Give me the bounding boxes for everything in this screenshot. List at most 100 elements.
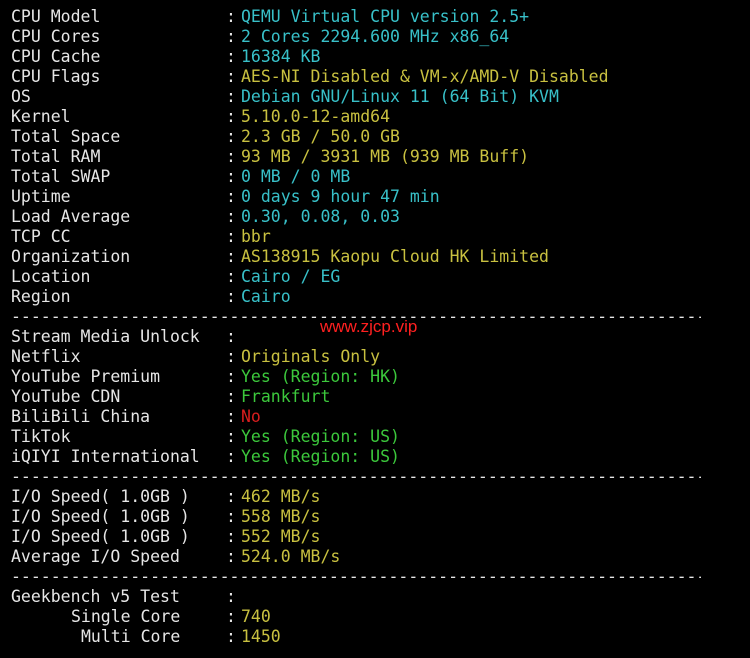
colon: : xyxy=(226,427,236,446)
label-cpu-cores: CPU Cores xyxy=(11,27,101,46)
colon: : xyxy=(226,47,236,66)
colon: : xyxy=(226,407,236,426)
label-kernel: Kernel xyxy=(11,107,71,126)
value-tiktok: Yes (Region: US) xyxy=(241,427,400,446)
value-cpu-flags: AES-NI Disabled & VM-x/AMD-V Disabled xyxy=(241,67,609,86)
separator-line: ----------------------------------------… xyxy=(11,467,701,486)
media-unlock-section: Stream Media Unlock: Netflix: Originals O… xyxy=(11,327,741,467)
label-io-speed-1: I/O Speed( 1.0GB ) xyxy=(11,487,190,506)
row-total-space: Total Space:2.3 GB / 50.0 GB xyxy=(11,127,741,147)
colon: : xyxy=(226,487,236,506)
value-multi-core: 1450 xyxy=(241,627,281,646)
row-bilibili-china: BiliBili China: No xyxy=(11,407,741,427)
colon: : xyxy=(226,187,236,206)
value-io-speed-3: 552 MB/s xyxy=(241,527,321,546)
row-io-speed-2: I/O Speed( 1.0GB ):558 MB/s xyxy=(11,507,741,527)
colon: : xyxy=(226,7,236,26)
colon: : xyxy=(226,287,236,306)
colon: : xyxy=(226,587,236,606)
colon: : xyxy=(226,107,236,126)
watermark-text: www.zjcp.vip xyxy=(320,317,418,336)
label-total-ram: Total RAM xyxy=(11,147,101,166)
row-total-swap: Total SWAP:0 MB / 0 MB xyxy=(11,167,741,187)
row-netflix: Netflix: Originals Only xyxy=(11,347,741,367)
label-cpu-flags: CPU Flags xyxy=(11,67,101,86)
colon: : xyxy=(226,327,236,346)
colon: : xyxy=(226,67,236,86)
colon: : xyxy=(226,527,236,546)
value-os: Debian GNU/Linux 11 (64 Bit) KVM xyxy=(241,87,559,106)
value-youtube-cdn: Frankfurt xyxy=(241,387,331,406)
row-region: Region: Cairo xyxy=(11,287,741,307)
row-average-io-speed: Average I/O Speed:524.0 MB/s xyxy=(11,547,741,567)
row-io-speed-3: I/O Speed( 1.0GB ):552 MB/s xyxy=(11,527,741,547)
label-cpu-model: CPU Model xyxy=(11,7,101,26)
row-cpu-flags: CPU Flags: AES-NI Disabled & VM-x/AMD-V D… xyxy=(11,67,741,87)
system-info-section: CPU Model: QEMU Virtual CPU version 2.5+ … xyxy=(11,7,741,307)
value-bilibili-china: No xyxy=(241,407,261,426)
label-organization: Organization xyxy=(11,247,131,266)
colon: : xyxy=(226,347,236,366)
row-tiktok: TikTok: Yes (Region: US) xyxy=(11,427,741,447)
label-uptime: Uptime xyxy=(11,187,71,206)
row-youtube-cdn: YouTube CDN: Frankfurt xyxy=(11,387,741,407)
label-youtube-cdn: YouTube CDN xyxy=(11,387,121,406)
row-location: Location: Cairo / EG xyxy=(11,267,741,287)
row-os: OS: Debian GNU/Linux 11 (64 Bit) KVM xyxy=(11,87,741,107)
value-region: Cairo xyxy=(241,287,291,306)
value-iqiyi-international: Yes (Region: US) xyxy=(241,447,400,466)
value-load-average: 0.30, 0.08, 0.03 xyxy=(241,207,400,226)
colon: : xyxy=(226,547,236,566)
value-kernel: 5.10.0-12-amd64 xyxy=(241,107,391,126)
value-io-speed-2: 558 MB/s xyxy=(241,507,321,526)
colon: : xyxy=(226,207,236,226)
separator-line: ----------------------------------------… xyxy=(11,567,701,586)
colon: : xyxy=(226,87,236,106)
value-total-swap: 0 MB / 0 MB xyxy=(241,167,351,186)
colon: : xyxy=(226,247,236,266)
label-location: Location xyxy=(11,267,91,286)
value-cpu-model: QEMU Virtual CPU version 2.5+ xyxy=(241,7,530,26)
colon: : xyxy=(226,127,236,146)
value-youtube-premium: Yes (Region: HK) xyxy=(241,367,400,386)
colon: : xyxy=(226,147,236,166)
row-cpu-cache: CPU Cache:16384 KB xyxy=(11,47,741,67)
label-io-speed-3: I/O Speed( 1.0GB ) xyxy=(11,527,190,546)
row-single-core: Single Core:740 xyxy=(11,607,741,627)
label-geekbench-title: Geekbench v5 Test xyxy=(11,587,180,606)
label-region: Region xyxy=(11,287,71,306)
value-cpu-cache: 16384 KB xyxy=(241,47,321,66)
value-total-space: 2.3 GB / 50.0 GB xyxy=(241,127,400,146)
value-io-speed-1: 462 MB/s xyxy=(241,487,321,506)
colon: : xyxy=(226,607,236,626)
colon: : xyxy=(226,267,236,286)
row-tcp-cc: TCP CC: bbr xyxy=(11,227,741,247)
io-speed-section: I/O Speed( 1.0GB ):462 MB/s I/O Speed( 1… xyxy=(11,487,741,567)
label-tiktok: TikTok xyxy=(11,427,71,446)
row-cpu-cores: CPU Cores:2 Cores 2294.600 MHz x86_64 xyxy=(11,27,741,47)
label-cpu-cache: CPU Cache xyxy=(11,47,101,66)
value-location: Cairo / EG xyxy=(241,267,341,286)
row-uptime: Uptime:0 days 9 hour 47 min xyxy=(11,187,741,207)
row-iqiyi-international: iQIYI International: Yes (Region: US) xyxy=(11,447,741,467)
label-load-average: Load Average xyxy=(11,207,131,226)
value-total-ram: 93 MB / 3931 MB (939 MB Buff) xyxy=(241,147,530,166)
value-organization: AS138915 Kaopu Cloud HK Limited xyxy=(241,247,549,266)
label-os: OS xyxy=(11,87,31,106)
label-stream-media-unlock: Stream Media Unlock xyxy=(11,327,200,346)
label-youtube-premium: YouTube Premium xyxy=(11,367,161,386)
value-uptime: 0 days 9 hour 47 min xyxy=(241,187,440,206)
label-single-core: Single Core xyxy=(71,607,181,626)
row-io-speed-1: I/O Speed( 1.0GB ):462 MB/s xyxy=(11,487,741,507)
colon: : xyxy=(226,387,236,406)
value-tcp-cc: bbr xyxy=(241,227,271,246)
colon: : xyxy=(226,27,236,46)
colon: : xyxy=(226,167,236,186)
colon: : xyxy=(226,367,236,386)
row-kernel: Kernel:5.10.0-12-amd64 xyxy=(11,107,741,127)
value-average-io-speed: 524.0 MB/s xyxy=(241,547,341,566)
row-geekbench-title: Geekbench v5 Test: xyxy=(11,587,741,607)
value-cpu-cores: 2 Cores 2294.600 MHz x86_64 xyxy=(241,27,510,46)
label-total-space: Total Space xyxy=(11,127,121,146)
colon: : xyxy=(226,627,236,646)
